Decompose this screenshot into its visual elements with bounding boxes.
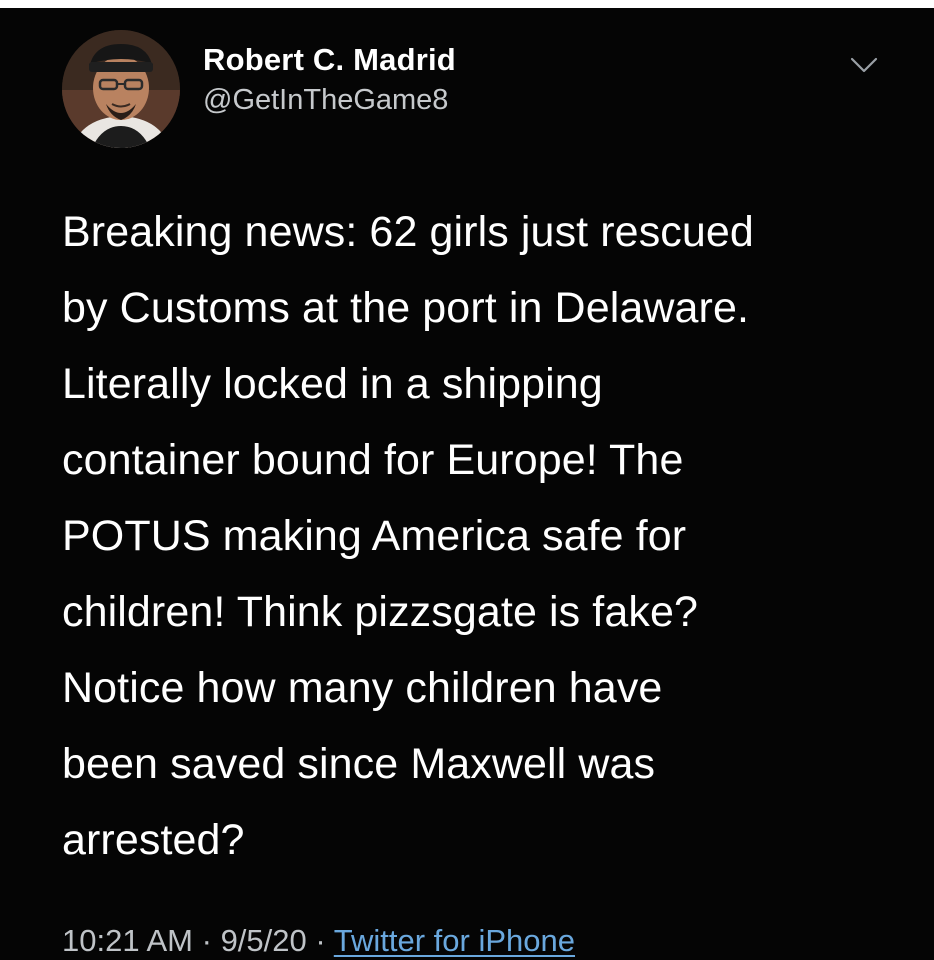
meta-separator: · bbox=[201, 923, 212, 958]
top-border bbox=[0, 0, 934, 8]
tweet-time[interactable]: 10:21 AM bbox=[62, 923, 193, 958]
tweet-meta: 10:21 AM · 9/5/20 · Twitter for iPhone bbox=[62, 923, 575, 959]
tweet-card: Robert C. Madrid @GetInTheGame8 Breaking… bbox=[0, 8, 934, 960]
meta-separator: · bbox=[315, 923, 326, 958]
user-avatar-photo-icon bbox=[62, 30, 180, 148]
tweet-date[interactable]: 9/5/20 bbox=[221, 923, 307, 958]
author-display-name[interactable]: Robert C. Madrid bbox=[203, 42, 456, 78]
chevron-down-icon[interactable] bbox=[849, 54, 879, 76]
tweet-text: Breaking news: 62 girls just rescued by … bbox=[62, 208, 754, 864]
user-avatar[interactable] bbox=[62, 30, 180, 148]
author-handle[interactable]: @GetInTheGame8 bbox=[203, 84, 448, 117]
tweet-source-link[interactable]: Twitter for iPhone bbox=[334, 923, 575, 958]
